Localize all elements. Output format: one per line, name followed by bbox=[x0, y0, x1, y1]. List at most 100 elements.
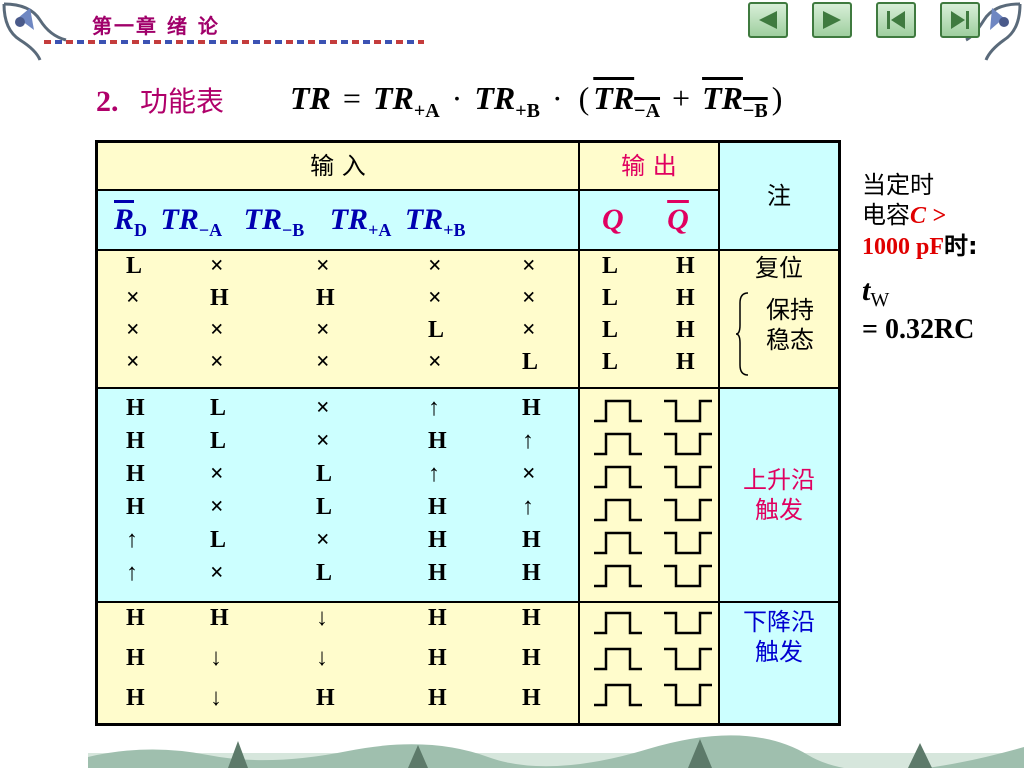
note-falling-trigger-text: 触发 bbox=[755, 638, 803, 666]
group2-row2-col4: H bbox=[428, 428, 447, 454]
brace-icon bbox=[736, 292, 749, 376]
group2-row5-col4: H bbox=[428, 527, 447, 553]
side-note-result: = 0.32RC bbox=[862, 313, 975, 345]
formula-lhs: TR bbox=[290, 80, 331, 116]
group2-row3-col4: ↑ bbox=[428, 461, 440, 487]
formula-term-1: TR bbox=[372, 80, 414, 116]
group3-row3-col2: ↓ bbox=[210, 685, 222, 711]
group3-row3-col1: H bbox=[126, 685, 145, 711]
note-steady-text: 稳态 bbox=[766, 326, 814, 354]
formula-term-4: TR−B bbox=[702, 80, 768, 122]
formula-term-3: TR−A bbox=[593, 80, 660, 122]
group2-row4-col2: × bbox=[210, 494, 224, 520]
group1-row3-col6: L bbox=[602, 317, 619, 343]
group3-row2-col5: H bbox=[522, 645, 541, 671]
header-note: 注 bbox=[767, 182, 791, 210]
side-note-tw: tW bbox=[862, 276, 978, 315]
group3-row3-col4: H bbox=[428, 685, 447, 711]
next-page-button[interactable] bbox=[812, 2, 852, 38]
input-tr-minus-a: TR bbox=[160, 203, 199, 236]
group2-row1-col4: ↑ bbox=[428, 395, 440, 421]
group1-row3-col5: × bbox=[522, 317, 536, 343]
group3-row2-col1: H bbox=[126, 645, 145, 671]
group1-row1-col4: × bbox=[428, 253, 442, 279]
group1-row2-col3: H bbox=[316, 285, 335, 311]
group2-row6-col2: × bbox=[210, 560, 224, 586]
formula-term-3-sub: −A bbox=[634, 100, 661, 122]
triangle-left-icon bbox=[759, 11, 777, 29]
group1-row2-col7: H bbox=[676, 285, 695, 311]
note-reset-text: 复位 bbox=[755, 254, 803, 282]
side-note-w: W bbox=[870, 288, 890, 311]
group1-row4-col6: L bbox=[602, 349, 619, 375]
function-table: 输 入 输 出 注 RD TR−A TR−B TR+A TR+B Q Q L × ×… bbox=[95, 140, 841, 726]
slide-navigation bbox=[748, 2, 980, 38]
group2-row3-col1: H bbox=[126, 461, 145, 487]
group1-row1-col3: × bbox=[316, 253, 330, 279]
section-number: 2. bbox=[96, 85, 119, 118]
trigger-formula: TR = TR+A · TR+B · (TR−A + TR−B) bbox=[290, 80, 786, 123]
group2-row3-col2: × bbox=[210, 461, 224, 487]
output-q-bar: Q bbox=[667, 203, 689, 236]
section-label: 功能表 bbox=[140, 85, 225, 118]
group3-row1-col3: ↓ bbox=[316, 605, 328, 631]
group3-row1-col2: H bbox=[210, 605, 229, 631]
group1-row3-col4: L bbox=[428, 317, 445, 343]
header-output: 输 出 bbox=[621, 152, 677, 180]
first-page-button[interactable] bbox=[876, 2, 916, 38]
group3-row2-col3: ↓ bbox=[316, 645, 328, 671]
formula-term-2: TR bbox=[474, 80, 516, 116]
group1-row1-col1: L bbox=[126, 253, 143, 279]
formula-term-3-name: TR bbox=[593, 80, 635, 116]
group2-row4-col3: L bbox=[316, 494, 333, 520]
note-reset: 复位 bbox=[720, 253, 838, 283]
chapter-title: 第一章 绪 论 bbox=[92, 14, 220, 38]
group2-row4-col4: H bbox=[428, 494, 447, 520]
side-note-1000pf: 1000 pF bbox=[862, 234, 945, 260]
group3-row3-col3: H bbox=[316, 685, 335, 711]
group2-row5-col3: × bbox=[316, 527, 330, 553]
side-note-capacitor: 电容 bbox=[862, 201, 910, 229]
group2-row3-col5: × bbox=[522, 461, 536, 487]
corner-ornament-left bbox=[2, 2, 67, 61]
header-input: 输 入 bbox=[310, 152, 366, 180]
group2-inputs-cell bbox=[98, 389, 580, 603]
group3-row1-col4: H bbox=[428, 605, 447, 631]
side-note: 当定时 电容C > 1000 pF时: tW = 0.32RC bbox=[862, 170, 978, 345]
side-note-line2: 电容C > bbox=[862, 200, 978, 231]
header-input-cell: 输 入 bbox=[98, 143, 580, 191]
group1-outputs-cell bbox=[580, 251, 720, 389]
group2-row4-col1: H bbox=[126, 494, 145, 520]
group3-row2-col4: H bbox=[428, 645, 447, 671]
header-output-cell: 输 出 bbox=[580, 143, 720, 191]
skip-last-icon bbox=[951, 11, 969, 29]
input-tr-minus-b-sub: −B bbox=[281, 220, 305, 240]
group1-row1-col5: × bbox=[522, 253, 536, 279]
input-tr-plus-b: TR bbox=[404, 203, 444, 236]
last-page-button[interactable] bbox=[940, 2, 980, 38]
formula-term-2-sub: +B bbox=[515, 100, 540, 122]
formula-close-paren: ) bbox=[771, 80, 783, 116]
side-note-when: 时: bbox=[944, 232, 978, 260]
group1-row4-col3: × bbox=[316, 349, 330, 375]
previous-page-button[interactable] bbox=[748, 2, 788, 38]
group2-row6-col1: ↑ bbox=[126, 560, 138, 586]
formula-equals: = bbox=[342, 80, 361, 116]
group1-row1-col7: H bbox=[676, 253, 695, 279]
group1-row1-col2: × bbox=[210, 253, 224, 279]
group2-row5-col1: ↑ bbox=[126, 527, 138, 553]
group1-row4-col4: × bbox=[428, 349, 442, 375]
group1-row3-col1: × bbox=[126, 317, 140, 343]
output-q: Q bbox=[602, 203, 624, 236]
group1-row3-col3: × bbox=[316, 317, 330, 343]
group2-row1-col2: L bbox=[210, 395, 227, 421]
side-note-line1: 当定时 bbox=[862, 171, 934, 199]
header-divider bbox=[44, 40, 424, 44]
group2-row6-col3: L bbox=[316, 560, 333, 586]
group2-row5-col5: H bbox=[522, 527, 541, 553]
group2-row2-col5: ↑ bbox=[522, 428, 534, 454]
formula-dot-1: · bbox=[451, 80, 463, 116]
note-rising-edge-text: 上升沿 bbox=[743, 466, 815, 494]
triangle-right-icon bbox=[823, 11, 841, 29]
group1-row4-col2: × bbox=[210, 349, 224, 375]
